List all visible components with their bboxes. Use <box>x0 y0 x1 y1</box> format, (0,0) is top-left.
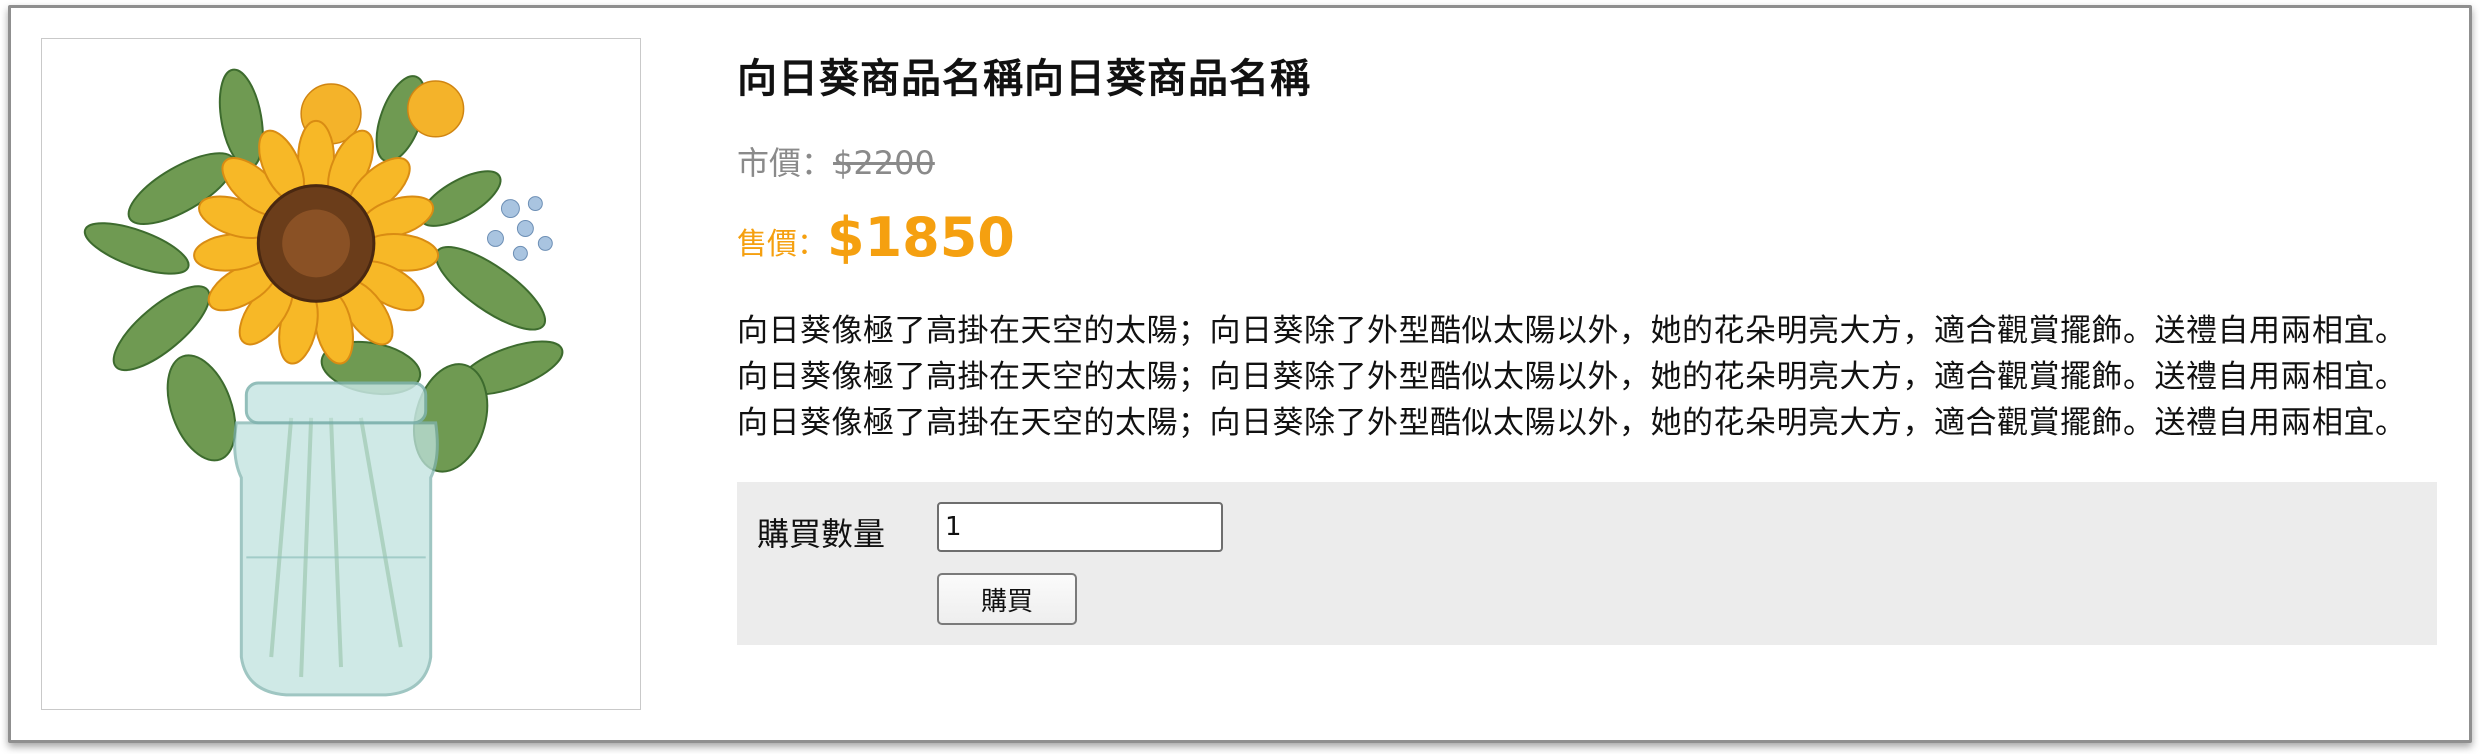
sale-price: 售價：$1850 <box>737 206 1015 269</box>
product-title: 向日葵商品名稱向日葵商品名稱 <box>737 56 1311 102</box>
description-line: 向日葵像極了高掛在天空的太陽；向日葵除了外型酷似太陽以外，她的花朵明亮大方，適合… <box>737 405 2407 441</box>
sunflower-jar-illustration <box>83 68 564 697</box>
buy-button[interactable]: 購買 <box>937 573 1077 625</box>
market-price-value: $2200 <box>833 144 935 182</box>
sale-price-label: 售價： <box>737 227 827 262</box>
product-info: 向日葵商品名稱向日葵商品名稱 市價：$2200 售價：$1850 向日葵像極了高… <box>737 8 2447 740</box>
market-price-label: 市價： <box>737 144 834 182</box>
product-image <box>41 38 641 710</box>
purchase-panel: 購買數量 購買 <box>737 482 2437 645</box>
market-price: 市價：$2200 <box>737 138 935 184</box>
description-line: 向日葵像極了高掛在天空的太陽；向日葵除了外型酷似太陽以外，她的花朵明亮大方，適合… <box>737 313 2407 349</box>
sale-price-value: $1850 <box>827 206 1015 269</box>
quantity-label: 購買數量 <box>757 515 886 553</box>
description-line: 向日葵像極了高掛在天空的太陽；向日葵除了外型酷似太陽以外，她的花朵明亮大方，適合… <box>737 359 2407 395</box>
product-card: 向日葵商品名稱向日葵商品名稱 市價：$2200 售價：$1850 向日葵像極了高… <box>8 5 2472 743</box>
product-description: 向日葵像極了高掛在天空的太陽；向日葵除了外型酷似太陽以外，她的花朵明亮大方，適合… <box>737 308 2457 446</box>
quantity-input[interactable] <box>937 502 1223 552</box>
